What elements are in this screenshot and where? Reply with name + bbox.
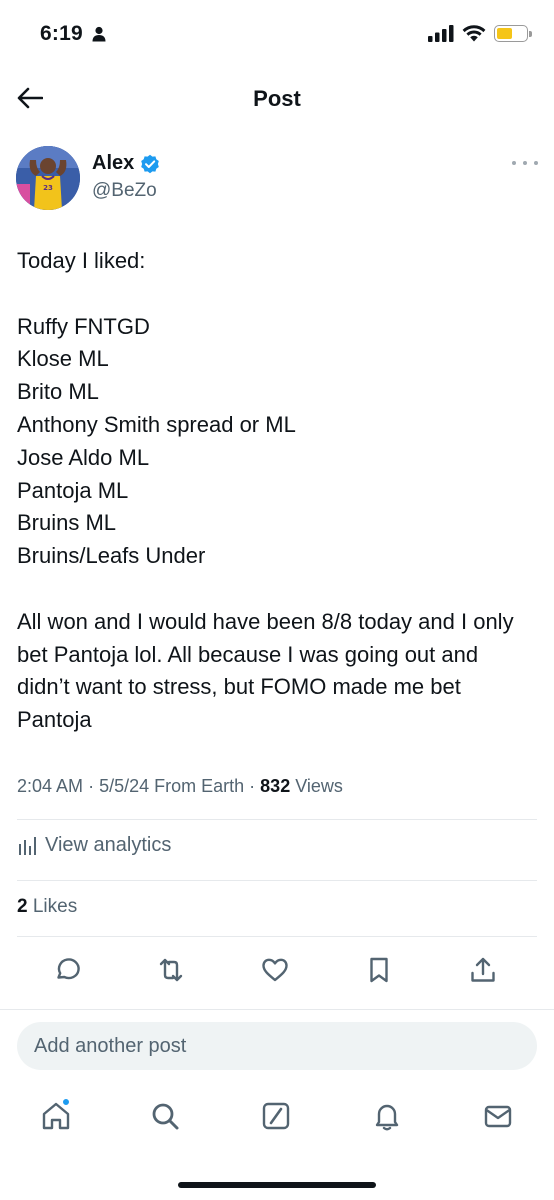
post-time: 2:04 AM	[17, 776, 84, 796]
like-button[interactable]	[259, 954, 291, 986]
author-name[interactable]: Alex	[92, 152, 134, 175]
bookmark-icon	[370, 957, 388, 983]
mail-icon	[484, 1105, 512, 1128]
share-icon	[471, 957, 495, 982]
home-indicator[interactable]	[178, 1182, 376, 1188]
person-icon	[92, 26, 106, 42]
composer-placeholder: Add another post	[34, 1034, 187, 1057]
likes-label: Likes	[32, 896, 78, 917]
status-time: 6:19	[40, 22, 83, 45]
header: Post	[0, 64, 554, 132]
reply-button[interactable]	[51, 954, 83, 986]
post-author: 23 Alex @BeZo	[16, 146, 538, 212]
bottom-tab-bar	[0, 1090, 554, 1150]
author-handle[interactable]: @BeZo	[92, 180, 157, 202]
more-horizontal-icon	[512, 161, 516, 165]
analytics-icon	[19, 836, 36, 855]
share-button[interactable]	[467, 954, 499, 986]
page-title: Post	[253, 86, 301, 111]
views-label: Views	[295, 776, 343, 796]
battery-icon	[494, 24, 532, 42]
reply-composer-input[interactable]: Add another post	[17, 1022, 537, 1070]
battery-level	[497, 27, 513, 39]
tab-messages[interactable]	[478, 1096, 518, 1136]
post-date: 5/5/24	[99, 776, 150, 796]
tab-notifications[interactable]	[367, 1096, 407, 1136]
grok-icon	[262, 1102, 290, 1130]
bookmark-button[interactable]	[363, 954, 395, 986]
search-icon	[152, 1103, 179, 1130]
divider	[17, 936, 537, 937]
notification-dot	[62, 1098, 70, 1106]
more-options-button[interactable]	[512, 154, 538, 172]
heart-icon	[262, 958, 288, 982]
signal-icon	[428, 24, 454, 42]
wifi-icon	[462, 25, 486, 42]
meta-separator: ·	[88, 776, 100, 796]
bell-icon	[375, 1104, 399, 1131]
avatar-image: 23	[16, 146, 80, 210]
avatar[interactable]: 23	[16, 146, 80, 210]
repost-icon	[159, 958, 183, 982]
post-meta: 2:04 AM · 5/5/24 From Earth · 832 Views	[17, 776, 538, 797]
divider	[17, 880, 537, 881]
tab-home[interactable]	[36, 1096, 76, 1136]
analytics-label: View analytics	[45, 834, 172, 856]
section-divider	[0, 1009, 554, 1010]
views-count: 832	[260, 776, 291, 796]
author-name-row: Alex	[92, 152, 160, 175]
meta-separator: ·	[249, 776, 261, 796]
tab-search[interactable]	[145, 1096, 185, 1136]
status-indicators	[428, 24, 532, 42]
likes-count: 2	[17, 896, 28, 917]
svg-text:23: 23	[43, 184, 53, 192]
reply-icon	[57, 958, 80, 980]
post-source: From Earth	[154, 776, 245, 796]
verified-badge-icon	[141, 154, 160, 173]
likes-count-link[interactable]: 2 Likes	[17, 896, 77, 918]
post-actions	[0, 946, 554, 992]
post-text: Today I liked: Ruffy FNTGD Klose ML Brit…	[17, 248, 514, 733]
divider	[17, 819, 537, 820]
status-bar: 6:19	[0, 0, 554, 64]
tab-grok[interactable]	[256, 1096, 296, 1136]
repost-button[interactable]	[155, 954, 187, 986]
view-analytics-button[interactable]: View analytics	[17, 834, 171, 857]
